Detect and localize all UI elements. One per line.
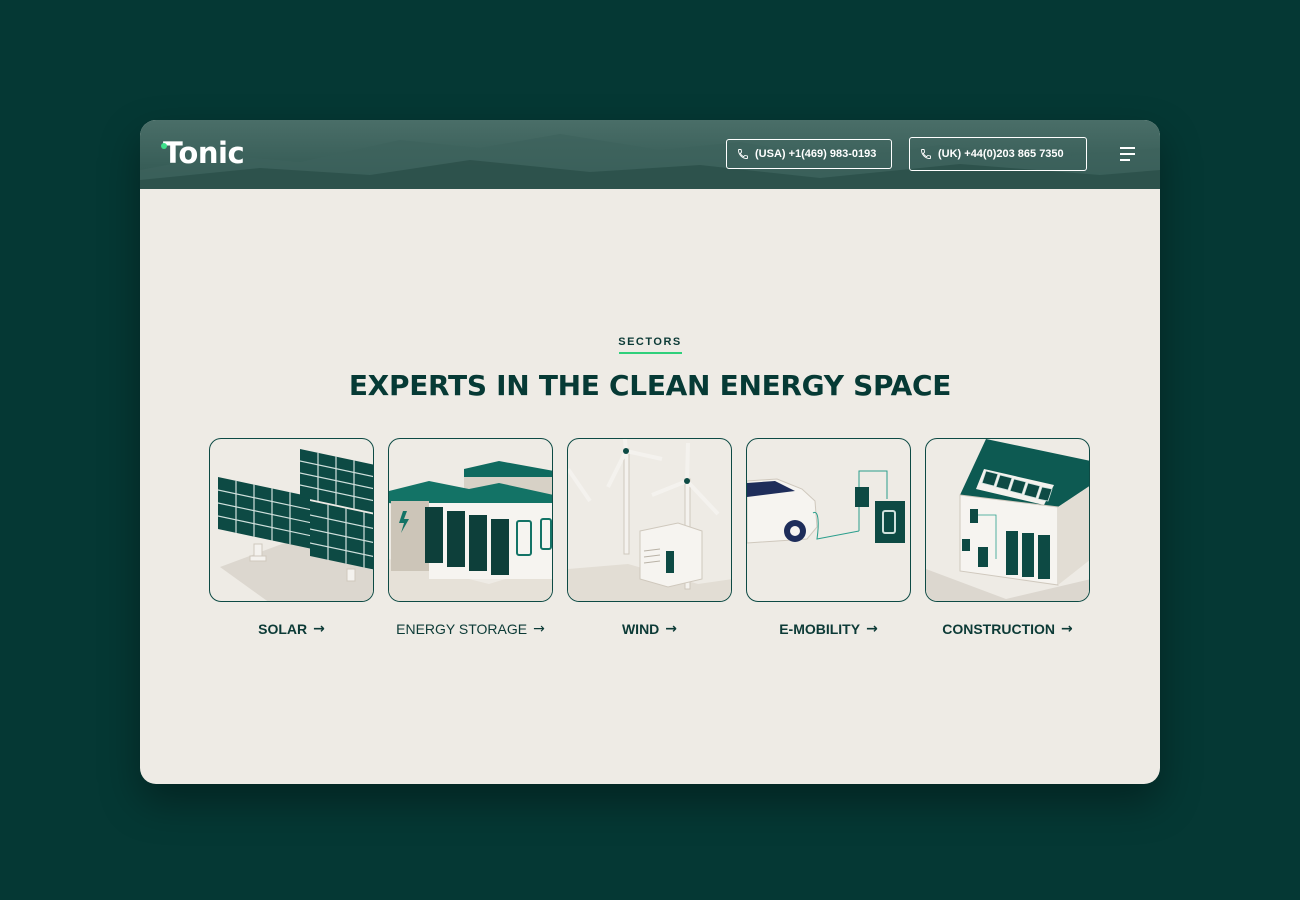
sector-label: SOLAR [258,621,308,637]
sector-label: CONSTRUCTION [942,621,1056,637]
sector-card-solar[interactable] [209,438,374,602]
section-headline: EXPERTS IN THE CLEAN ENERGY SPACE [348,369,952,402]
sector-card-energy-storage[interactable] [388,438,553,602]
sector-link-construction[interactable]: CONSTRUCTION → [925,621,1090,637]
sector-card-wind[interactable] [567,438,732,602]
phone-usa-button[interactable]: (USA) +1(469) 983-0193 [726,139,892,169]
phone-uk-button[interactable]: (UK) +44(0)203 865 7350 [909,137,1087,171]
sectors-section: SECTORS EXPERTS IN THE CLEAN ENERGY SPAC… [140,189,1160,784]
sector-label: WIND [621,621,660,637]
hamburger-menu-icon[interactable] [1120,147,1136,161]
sector-link-wind[interactable]: WIND → [567,621,732,637]
house-illustration [926,439,1089,601]
site-header: Tonic (USA) +1(469) 983-0193 (UK) +44(0)… [140,120,1160,189]
solar-panels-illustration [218,449,373,601]
phone-usa-number: (USA) +1(469) 983-0193 [755,148,877,160]
battery-storage-illustration [389,461,552,601]
eyebrow-underline [619,352,682,354]
sector-card-e-mobility[interactable] [746,438,911,602]
browser-window: Tonic (USA) +1(469) 983-0193 (UK) +44(0)… [140,120,1160,784]
arrow-right-icon: → [533,621,545,637]
phone-icon [921,149,931,159]
arrow-right-icon: → [866,621,878,637]
sector-label: ENERGY STORAGE [396,621,528,637]
arrow-right-icon: → [665,621,678,637]
wind-turbines-illustration [568,439,731,601]
phone-icon [738,149,748,159]
electric-car-charging-illustration [747,470,905,544]
sector-card-construction[interactable] [925,438,1090,602]
arrow-right-icon: → [313,621,325,637]
logo-text: Tonic [160,136,245,170]
sector-link-energy-storage[interactable]: ENERGY STORAGE → [388,621,553,637]
tonic-logo[interactable]: Tonic [160,136,245,170]
sector-label: E-MOBILITY [779,621,861,637]
sector-link-e-mobility[interactable]: E-MOBILITY → [746,621,911,637]
phone-uk-number: (UK) +44(0)203 865 7350 [938,148,1064,160]
arrow-right-icon: → [1061,621,1073,637]
section-eyebrow: SECTORS [618,336,682,348]
sector-link-solar[interactable]: SOLAR → [209,621,374,637]
